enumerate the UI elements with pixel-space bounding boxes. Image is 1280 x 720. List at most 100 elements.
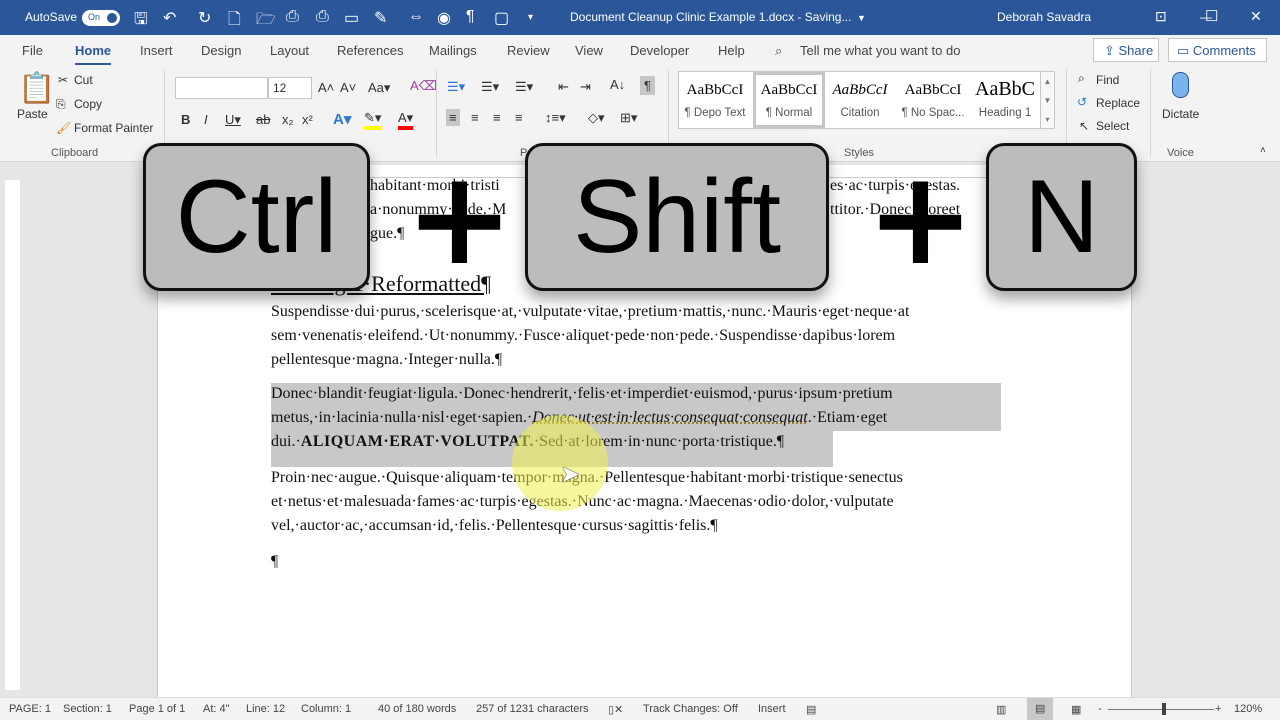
show-formatting-icon[interactable]: ¶ (640, 76, 655, 95)
vertical-ruler[interactable] (5, 180, 20, 690)
zoom-slider[interactable] (1108, 709, 1214, 710)
new-document-icon[interactable]: 🗋 (228, 8, 241, 35)
status-column[interactable]: Column: 1 (301, 703, 351, 715)
undo-icon[interactable]: ↶ (163, 8, 176, 28)
replace-icon[interactable]: ↺ (1077, 95, 1087, 109)
pilcrow-icon[interactable]: ¶ (466, 8, 475, 26)
justify-icon[interactable]: ≡ (515, 110, 523, 125)
change-case-icon[interactable]: Aa▾ (368, 80, 390, 96)
open-icon[interactable]: 🗁 (256, 8, 276, 35)
sort-icon[interactable]: A↓ (610, 77, 625, 92)
web-layout-icon[interactable]: ▦ (1071, 703, 1081, 716)
ribbon-display-icon[interactable]: ⊡ (1155, 8, 1167, 25)
status-words[interactable]: 40 of 180 words (378, 703, 456, 715)
status-insert-mode[interactable]: Insert (758, 703, 786, 715)
customize-qat-icon[interactable]: ▾ (528, 12, 533, 23)
cut-icon[interactable]: ✂ (58, 73, 68, 87)
numbering-icon[interactable]: ☰▾ (481, 79, 499, 95)
status-pages[interactable]: Page 1 of 1 (129, 703, 185, 715)
style-depo-text[interactable]: AaBbCcI ¶ Depo Text (679, 72, 751, 124)
superscript-icon[interactable]: x² (302, 112, 313, 127)
macro-icon[interactable]: ▤ (806, 703, 816, 716)
font-size-select[interactable]: 12 (268, 77, 312, 99)
fit-width-icon[interactable]: ⇔ (408, 8, 424, 26)
tab-design[interactable]: Design (201, 43, 241, 58)
edit-icon[interactable]: ✎ (374, 8, 387, 28)
status-line[interactable]: Line: 12 (246, 703, 285, 715)
zoom-level[interactable]: 120% (1234, 703, 1262, 715)
style-no-spacing[interactable]: AaBbCcI ¶ No Spac... (897, 72, 969, 124)
user-name[interactable]: Deborah Savadra (997, 10, 1091, 24)
tab-view[interactable]: View (575, 43, 603, 58)
style-heading-1[interactable]: AaBbC Heading 1 (969, 72, 1041, 124)
increase-indent-icon[interactable]: ⇥ (580, 79, 591, 95)
align-right-icon[interactable]: ≡ (493, 110, 501, 125)
redo-icon[interactable]: ↻ (198, 8, 211, 28)
save-icon[interactable]: 🖫 (134, 8, 148, 35)
highlight-icon[interactable]: ✎▾ (364, 110, 382, 130)
align-center-icon[interactable]: ≡ (471, 110, 479, 125)
tab-references[interactable]: References (337, 43, 403, 58)
comments-button[interactable]: ▭ Comments (1168, 38, 1267, 62)
zoom-slider-thumb[interactable] (1162, 703, 1166, 715)
tab-developer[interactable]: Developer (630, 43, 689, 58)
search-icon[interactable]: ⌕ (775, 43, 782, 59)
text-effects-icon[interactable]: A▾ (333, 110, 351, 128)
status-section[interactable]: Section: 1 (63, 703, 112, 715)
line-spacing-icon[interactable]: ↕≡▾ (545, 110, 566, 126)
autosave-toggle[interactable]: On (82, 10, 120, 26)
copy-icon[interactable]: ⎘ (56, 97, 66, 112)
zoom-out-button[interactable]: - (1098, 703, 1102, 715)
decrease-indent-icon[interactable]: ⇤ (558, 79, 569, 95)
tab-layout[interactable]: Layout (270, 43, 309, 58)
tab-home[interactable]: Home (75, 43, 112, 66)
select-button[interactable]: Select (1096, 119, 1129, 133)
find-icon[interactable]: ⌕ (1078, 71, 1085, 86)
strikethrough-icon[interactable]: ab (256, 112, 270, 127)
shading-icon[interactable]: ◇▾ (588, 110, 605, 126)
shrink-font-icon[interactable]: A˅ (340, 80, 356, 95)
read-mode-icon[interactable]: ▥ (996, 703, 1006, 716)
dictate-button[interactable]: Dictate (1162, 107, 1199, 121)
cut-button[interactable]: Cut (74, 73, 93, 87)
style-normal[interactable]: AaBbCcI ¶ Normal (753, 72, 825, 128)
collapse-ribbon-icon[interactable]: ˄ (1260, 145, 1266, 156)
underline-icon[interactable]: U▾ (225, 112, 241, 128)
tab-help[interactable]: Help (718, 43, 745, 58)
tab-mailings[interactable]: Mailings (429, 43, 477, 58)
format-painter-icon[interactable]: 🖌 (56, 121, 71, 135)
format-painter-button[interactable]: Format Painter (74, 121, 153, 135)
bullets-icon[interactable]: ☰▾ (447, 79, 465, 95)
status-at[interactable]: At: 4" (203, 703, 230, 715)
email-icon[interactable]: ▭ (344, 8, 359, 28)
print-layout-icon[interactable]: ▤ (1027, 698, 1053, 720)
select-icon[interactable]: ↖ (1079, 119, 1089, 133)
replace-button[interactable]: Replace (1096, 96, 1140, 110)
paste-icon[interactable]: 📋 (18, 71, 55, 106)
print-preview-icon[interactable]: ⎙ (316, 8, 329, 26)
close-button[interactable]: ✕ (1250, 8, 1262, 25)
tab-file[interactable]: File (22, 43, 43, 58)
paste-button[interactable]: Paste (17, 107, 48, 121)
font-name-select[interactable] (175, 77, 268, 99)
align-left-icon[interactable]: ≡ (446, 109, 460, 126)
borders-icon[interactable]: ⊞▾ (620, 110, 637, 126)
window-icon[interactable]: ▢ (494, 8, 509, 28)
status-characters[interactable]: 257 of 1231 characters (476, 703, 589, 715)
print-icon[interactable]: ⎙ (286, 8, 299, 26)
tell-me-input[interactable]: Tell me what you want to do (800, 43, 960, 58)
maximize-button[interactable]: ☐ (1205, 7, 1218, 25)
multilevel-list-icon[interactable]: ☰▾ (515, 79, 533, 95)
copy-button[interactable]: Copy (74, 97, 102, 111)
style-citation[interactable]: AaBbCcI Citation (824, 72, 896, 124)
tab-review[interactable]: Review (507, 43, 550, 58)
subscript-icon[interactable]: x₂ (282, 112, 294, 127)
font-color-icon[interactable]: A▾ (398, 110, 414, 130)
record-icon[interactable]: ◉ (437, 8, 451, 28)
italic-icon[interactable]: I (204, 112, 208, 127)
clear-formatting-icon[interactable]: A⌫ (410, 78, 437, 94)
grow-font-icon[interactable]: A˄ (318, 80, 334, 95)
microphone-icon[interactable] (1172, 72, 1189, 98)
tab-insert[interactable]: Insert (140, 43, 173, 58)
share-button[interactable]: ⇪ Share (1093, 38, 1159, 62)
